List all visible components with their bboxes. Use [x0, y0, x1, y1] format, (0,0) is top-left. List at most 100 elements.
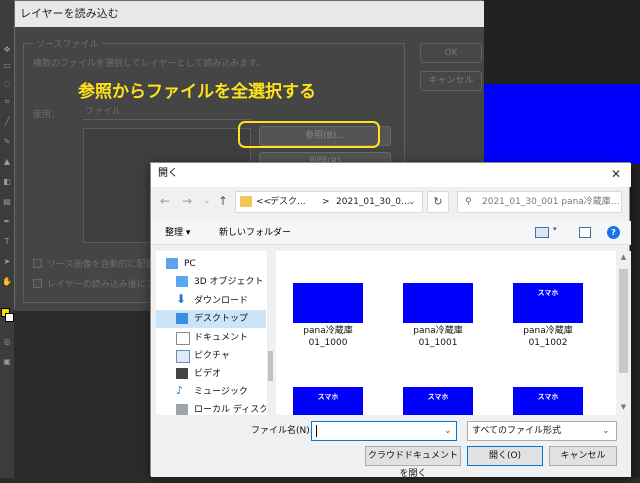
file-item[interactable]: pana冷蔵庫 01_1001 — [386, 251, 496, 348]
move-tool-icon[interactable]: ✥ — [1, 46, 13, 54]
filename-input[interactable]: ⌄ — [311, 421, 457, 441]
nav-item-downloads[interactable]: ⬇ ダウンロード — [156, 292, 266, 310]
browse-highlight-outline — [238, 121, 380, 148]
nav-scrollbar[interactable] — [267, 251, 274, 415]
view-options-icon[interactable] — [535, 227, 549, 238]
nav-item-videos[interactable]: ビデオ — [156, 365, 266, 383]
content-scrollbar[interactable]: ▲ ▼ — [616, 251, 631, 415]
align-checkbox-label: ソース画像を自動的に配置 — [47, 260, 155, 270]
file-item[interactable]: pana冷蔵庫 01_1000 — [276, 251, 386, 348]
file-thumbnail — [293, 283, 363, 323]
file-name: pana冷蔵庫 — [523, 326, 573, 336]
gradient-tool-icon[interactable]: ▤ — [1, 198, 13, 206]
filename-label: ファイル名(N): — [251, 426, 313, 436]
new-folder-button[interactable]: 新しいフォルダー — [219, 221, 291, 245]
filetype-select[interactable]: すべてのファイル形式 ⌄ — [467, 421, 617, 441]
use-dropdown[interactable]: ファイル — [83, 105, 251, 120]
documents-icon — [176, 332, 190, 345]
brush-tool-icon[interactable]: ✎ — [1, 138, 13, 146]
file-dialog-toolbar: 整理 ▾ 新しいフォルダー ▾ ? — [151, 221, 631, 245]
screen-mode-icon[interactable]: ▣ — [1, 358, 13, 366]
3d-objects-icon — [176, 276, 188, 287]
file-name-suffix: 01_1000 — [308, 338, 348, 348]
open-cloud-documents-button[interactable]: クラウドドキュメントを開く — [365, 446, 461, 479]
address-dropdown-icon[interactable]: ⌄ — [408, 192, 416, 212]
eraser-tool-icon[interactable]: ◧ — [1, 178, 13, 186]
download-icon: ⬇ — [176, 292, 187, 306]
close-icon[interactable]: ✕ — [601, 163, 631, 187]
use-label: 使用： — [33, 110, 61, 120]
description-text: 複数のファイルを選択してレイヤーとして読み込みます。 — [33, 59, 266, 69]
path-select-tool-icon[interactable]: ➤ — [1, 258, 13, 266]
file-list-view: pana冷蔵庫 01_1000 pana冷蔵庫 01_1001 スマホ pana… — [276, 251, 631, 415]
pen-tool-icon[interactable]: ✒ — [1, 218, 13, 226]
hand-tool-icon[interactable]: ✋ — [1, 278, 13, 286]
nav-item-music[interactable]: ♪ ミュージック — [156, 383, 266, 401]
open-file-dialog: 開く ✕ ← → ⌄ ↑ << デスク... > 2021_01_30_0...… — [150, 162, 631, 479]
ps-tool-strip: ✥ ▭ ◌ ⌗ ╱ ✎ ▲ ◧ ▤ ✒ T ➤ ✋ ◎ ▣ — [0, 0, 14, 478]
recent-dropdown-icon[interactable]: ⌄ — [199, 193, 215, 209]
folder-icon — [240, 196, 252, 207]
help-icon[interactable]: ? — [607, 226, 620, 239]
breadcrumb-overflow[interactable]: << — [256, 192, 271, 212]
breadcrumb-desktop[interactable]: デスク... — [270, 192, 306, 212]
disk-icon — [176, 404, 188, 415]
file-thumbnail — [403, 283, 473, 323]
stamp-tool-icon[interactable]: ▲ — [1, 158, 13, 166]
text-cursor — [316, 425, 317, 437]
ok-button[interactable]: OK — [420, 43, 482, 63]
view-dropdown-icon[interactable]: ▾ — [553, 225, 557, 233]
file-item[interactable]: スマホ — [496, 361, 606, 415]
scroll-down-icon[interactable]: ▼ — [619, 403, 628, 413]
file-thumbnail: スマホ — [403, 387, 473, 415]
file-thumbnail: スマホ — [513, 387, 583, 415]
content-scroll-thumb[interactable] — [619, 269, 628, 373]
preview-pane-icon[interactable] — [579, 227, 591, 238]
nav-item-documents[interactable]: ドキュメント — [156, 329, 266, 347]
marquee-tool-icon[interactable]: ▭ — [1, 62, 13, 70]
cancel-button[interactable]: キャンセル — [420, 71, 482, 91]
filetype-dropdown-icon: ⌄ — [602, 426, 610, 436]
forward-arrow-icon[interactable]: → — [179, 193, 195, 209]
nav-item-pictures[interactable]: ピクチャ — [156, 347, 266, 365]
crop-tool-icon[interactable]: ⌗ — [1, 98, 13, 106]
search-placeholder: 2021_01_30_001 pana冷蔵庫... — [482, 197, 620, 207]
file-dialog-cancel-button[interactable]: キャンセル — [549, 446, 617, 466]
address-bar[interactable]: << デスク... > 2021_01_30_0... ⌄ — [235, 191, 423, 213]
smart-object-checkbox[interactable] — [33, 279, 42, 288]
background-color-swatch[interactable] — [5, 313, 14, 322]
eyedropper-tool-icon[interactable]: ╱ — [1, 118, 13, 126]
desktop-icon — [176, 313, 188, 324]
scroll-up-icon[interactable]: ▲ — [619, 253, 628, 263]
open-button[interactable]: 開く(O) — [467, 446, 543, 466]
pictures-icon — [176, 350, 190, 363]
quick-mask-icon[interactable]: ◎ — [1, 338, 13, 346]
file-name-suffix: 01_1001 — [418, 338, 458, 348]
search-input[interactable]: ⚲ 2021_01_30_001 pana冷蔵庫... — [457, 191, 622, 213]
align-checkbox[interactable] — [33, 259, 42, 268]
file-name: pana冷蔵庫 — [413, 326, 463, 336]
videos-icon — [176, 368, 188, 379]
back-arrow-icon[interactable]: ← — [157, 193, 173, 209]
file-item[interactable]: スマホ — [386, 361, 496, 415]
pc-icon — [166, 258, 178, 269]
nav-item-pc[interactable]: PC — [156, 255, 266, 273]
navigation-pane: PC 3D オブジェクト ⬇ ダウンロード デスクトップ ドキュメント ピクチャ… — [156, 251, 274, 415]
file-item[interactable]: スマホ pana冷蔵庫 01_1002 — [496, 251, 606, 348]
file-item[interactable]: スマホ — [276, 361, 386, 415]
filename-dropdown-icon[interactable]: ⌄ — [444, 422, 452, 440]
group-label: ソースファイル — [33, 37, 102, 50]
lasso-tool-icon[interactable]: ◌ — [1, 80, 13, 88]
breadcrumb-folder[interactable]: 2021_01_30_0... — [336, 192, 410, 212]
file-name: pana冷蔵庫 — [303, 326, 353, 336]
refresh-icon[interactable]: ↻ — [427, 191, 449, 213]
search-icon: ⚲ — [465, 197, 472, 207]
type-tool-icon[interactable]: T — [1, 238, 13, 246]
nav-scroll-thumb[interactable] — [268, 351, 273, 381]
nav-item-desktop[interactable]: デスクトップ — [156, 310, 266, 328]
nav-item-3d-objects[interactable]: 3D オブジェクト — [156, 273, 266, 291]
instruction-annotation: 参照からファイルを全選択する — [78, 82, 316, 102]
canvas-blue-fill — [484, 84, 640, 164]
up-arrow-icon[interactable]: ↑ — [215, 193, 231, 209]
organize-button[interactable]: 整理 ▾ — [165, 221, 190, 245]
